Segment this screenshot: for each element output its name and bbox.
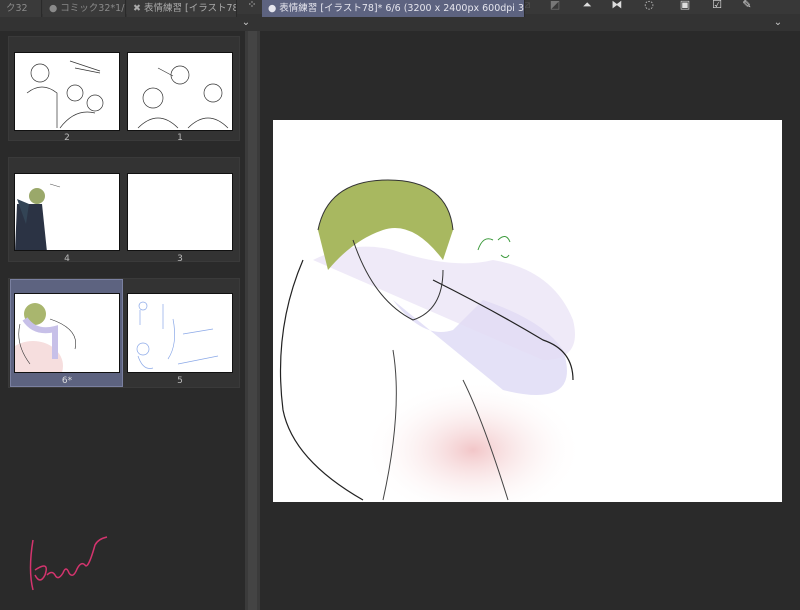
artwork (279, 179, 583, 502)
chevron-down-icon[interactable]: ⌄ (238, 14, 254, 31)
layer-icon[interactable]: ▣ (678, 0, 692, 12)
page-thumb-1[interactable] (127, 52, 233, 131)
page-number: 1 (177, 133, 183, 143)
tab-expression-active[interactable]: ● 表情練習 [イラスト78]* 6/6 (3200 x 2400px 600d… (262, 0, 525, 17)
rotate-icon[interactable]: ◌ (642, 0, 656, 12)
page-thumb-4[interactable] (14, 173, 120, 251)
tab-comic[interactable]: ● コミック32*1/5 (43, 0, 126, 17)
page-thumb-3[interactable] (127, 173, 233, 251)
edit-icon[interactable]: ☑ (710, 0, 724, 12)
tab-expression-left[interactable]: ✖ 表情練習 [イラスト78] (127, 0, 237, 17)
flip-v-icon[interactable]: ⏶ (580, 0, 594, 12)
scrollbar-thumb[interactable] (248, 31, 257, 610)
page-thumb-2[interactable] (14, 52, 120, 131)
sketch-thumbnail (15, 303, 77, 372)
tab-1[interactable]: ク32 (0, 0, 42, 17)
page-number: 6* (61, 376, 73, 386)
page-number: 4 (64, 254, 70, 264)
pen-icon[interactable]: ✎ (740, 0, 754, 12)
page-thumb-6[interactable] (14, 293, 120, 373)
drawing-canvas[interactable] (273, 120, 782, 502)
page-number: 5 (177, 376, 183, 386)
page-thumb-5[interactable] (127, 293, 233, 373)
panel-scrollbar[interactable] (245, 31, 260, 610)
chevron-down-icon[interactable]: ⌄ (770, 14, 786, 31)
page-number: 2 (64, 133, 70, 143)
sketch-thumbnail (26, 60, 104, 129)
loading-icon[interactable]: ⁘ (245, 0, 259, 12)
sketch-thumbnail (136, 301, 219, 369)
sketch-thumbnail (15, 183, 61, 250)
invert-icon[interactable]: ◩ (548, 0, 562, 12)
flip-h-icon[interactable]: ⧓ (610, 0, 624, 12)
signature-drawing (29, 536, 108, 591)
page-number: 3 (177, 254, 183, 264)
sketch-thumbnail (137, 65, 229, 129)
